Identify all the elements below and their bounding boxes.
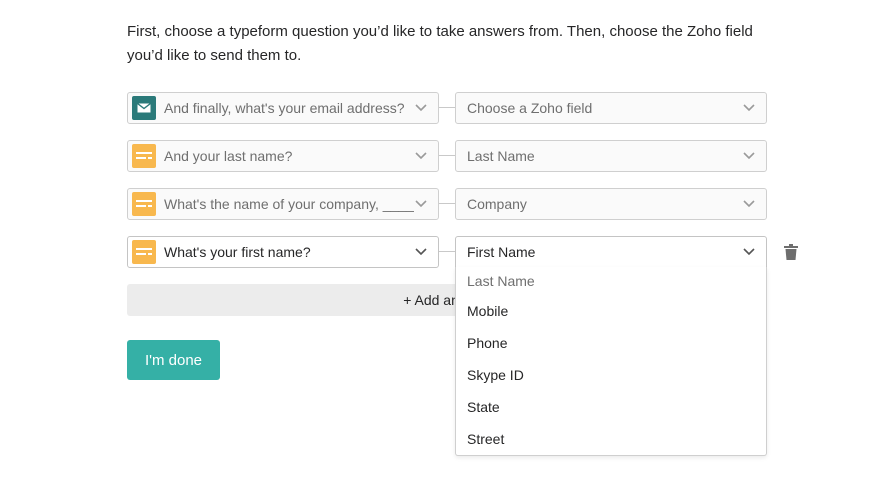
chevron-down-icon [742, 197, 756, 211]
zoho-field-select[interactable]: Choose a Zoho field [455, 92, 767, 124]
dropdown-option[interactable]: Phone [456, 327, 766, 359]
question-select-value: And your last name? [164, 148, 293, 164]
email-icon [132, 96, 156, 120]
mapping-row: What's the name of your company, ____? C… [127, 188, 767, 220]
chevron-down-icon [414, 245, 428, 259]
zoho-field-select-value: Company [467, 196, 527, 212]
dropdown-option[interactable]: Street [456, 423, 766, 455]
zoho-field-select[interactable]: Company [455, 188, 767, 220]
dropdown-option[interactable]: State [456, 391, 766, 423]
row-connector-line [439, 203, 455, 204]
short-text-icon [132, 192, 156, 216]
chevron-down-icon [414, 197, 428, 211]
row-connector-line [439, 107, 455, 108]
question-select[interactable]: And your last name? [127, 140, 439, 172]
zoho-field-select[interactable]: Last Name [455, 140, 767, 172]
done-button[interactable]: I'm done [127, 340, 220, 380]
mapping-row: And your last name? Last Name [127, 140, 767, 172]
zoho-field-dropdown: Last Name Mobile Phone Skype ID State St… [455, 267, 767, 456]
mapping-row: What's your first name? First Name [127, 236, 798, 268]
zoho-field-select[interactable]: First Name [455, 236, 767, 268]
short-text-icon [132, 144, 156, 168]
row-connector-line [439, 251, 455, 252]
short-text-icon [132, 240, 156, 264]
row-connector-line [439, 155, 455, 156]
zoho-field-select-value: Choose a Zoho field [467, 100, 593, 116]
chevron-down-icon [414, 149, 428, 163]
chevron-down-icon [742, 149, 756, 163]
intro-text: First, choose a typeform question you’d … [127, 23, 753, 64]
chevron-down-icon [742, 101, 756, 115]
trash-icon[interactable] [783, 243, 799, 261]
dropdown-option[interactable]: Last Name [456, 267, 766, 295]
dropdown-option[interactable]: Mobile [456, 295, 766, 327]
dropdown-option[interactable]: Skype ID [456, 359, 766, 391]
question-select-value: And finally, what's your email address? [164, 100, 405, 116]
chevron-down-icon [742, 245, 756, 259]
question-select[interactable]: And finally, what's your email address? [127, 92, 439, 124]
chevron-down-icon [414, 101, 428, 115]
question-select-value: What's your first name? [164, 244, 311, 260]
mapping-row: And finally, what's your email address? … [127, 92, 767, 124]
zoho-field-select-value: First Name [467, 244, 536, 260]
zoho-field-select-value: Last Name [467, 148, 535, 164]
question-select[interactable]: What's your first name? [127, 236, 439, 268]
zoho-mapping-page: First, choose a typeform question you’d … [0, 0, 883, 484]
question-select-value: What's the name of your company, ____? [164, 196, 414, 212]
question-select[interactable]: What's the name of your company, ____? [127, 188, 439, 220]
